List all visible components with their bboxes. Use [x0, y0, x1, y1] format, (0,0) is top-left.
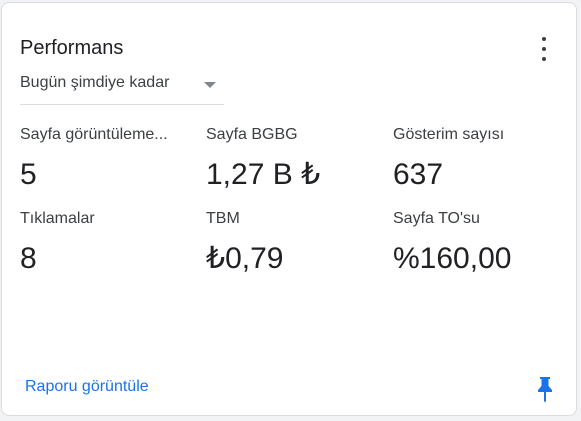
metric-label-impressions: Gösterim sayısı: [393, 126, 505, 143]
dropdown-arrow-icon: [204, 82, 216, 88]
metric-value-clicks: 8: [20, 242, 37, 275]
pin-icon[interactable]: [535, 375, 555, 403]
metric-value-page-rpm: 1,27 B ₺: [206, 158, 321, 191]
pin-icon-graphic: [538, 377, 552, 403]
metric-label-clicks: Tıklamalar: [20, 210, 95, 227]
metric-label-page-rpm: Sayfa BGBG: [206, 126, 298, 143]
view-report-link[interactable]: Raporu görüntüle: [25, 378, 149, 396]
metric-label-cpc: TBM: [206, 210, 240, 227]
more-dot: [542, 57, 546, 61]
more-dot: [542, 47, 546, 51]
card-title: Performans: [20, 37, 124, 59]
metric-label-page-views: Sayfa görüntüleme...: [20, 126, 168, 143]
more-vert-icon[interactable]: [534, 37, 554, 61]
performance-card: Performans Bugün şimdiye kadar Sayfa gör…: [1, 2, 577, 416]
metric-value-impressions: 637: [393, 158, 444, 191]
metric-label-page-ctr: Sayfa TO'su: [393, 210, 480, 227]
metric-value-page-views: 5: [20, 158, 37, 191]
more-dot: [542, 37, 546, 41]
period-dropdown[interactable]: Bugün şimdiye kadar: [20, 69, 224, 105]
metric-value-page-ctr: %160,00: [393, 242, 512, 275]
period-dropdown-label: Bugün şimdiye kadar: [20, 74, 170, 91]
metric-value-cpc: ₺0,79: [206, 242, 284, 275]
